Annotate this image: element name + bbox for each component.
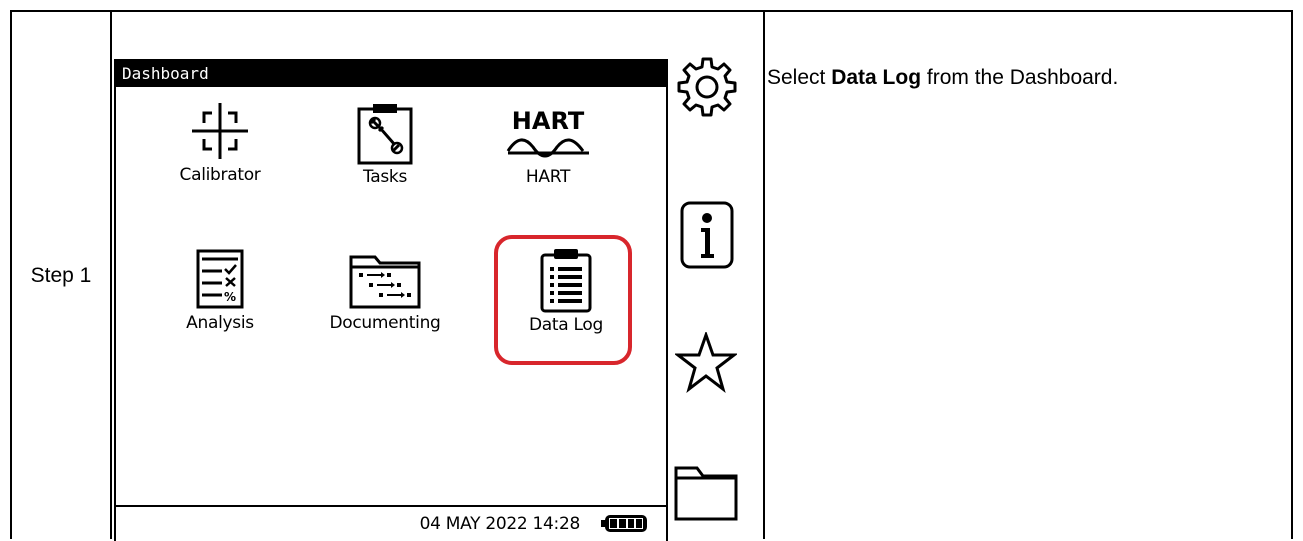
app-label: Tasks	[362, 167, 408, 187]
crosshair-icon	[192, 103, 248, 159]
folder-icon[interactable]	[673, 464, 739, 522]
documenting-folder-icon	[349, 255, 421, 309]
column-divider	[763, 12, 765, 539]
analysis-checklist-icon: %	[196, 249, 244, 309]
svg-text:%: %	[224, 290, 236, 304]
app-hart[interactable]: HART HART	[478, 103, 618, 187]
app-label: Analysis	[186, 313, 254, 333]
battery-full-icon	[601, 515, 647, 532]
app-calibrator[interactable]: Calibrator	[150, 99, 290, 185]
instruction-text: Select Data Log from the Dashboard.	[767, 64, 1277, 92]
app-label: Documenting	[329, 313, 441, 333]
device-screen: Dashboard Calibrator Tasks HART HART % A…	[114, 59, 668, 541]
dashboard-title: Dashboard	[116, 61, 666, 87]
app-analysis[interactable]: % Analysis	[150, 247, 290, 333]
column-divider	[110, 12, 112, 539]
step-label: Step 1	[30, 263, 92, 287]
status-bar: 04 MAY 2022 14:28	[116, 505, 666, 541]
settings-gear-icon[interactable]	[675, 55, 739, 119]
clipboard-wrench-icon	[357, 104, 413, 165]
app-label: Calibrator	[179, 165, 261, 185]
info-icon[interactable]	[679, 200, 735, 270]
hart-wave-icon: HART	[506, 107, 589, 158]
app-tasks[interactable]: Tasks	[315, 101, 455, 187]
favorites-star-icon[interactable]	[675, 332, 737, 394]
instruction-bold: Data Log	[831, 66, 922, 89]
hart-logo-text: HART	[512, 107, 585, 135]
instruction-table: Step 1 Select Data Log from the Dashboar…	[10, 10, 1293, 541]
instruction-prefix: Select	[767, 66, 832, 89]
instruction-suffix: from the Dashboard.	[921, 66, 1119, 89]
app-label: HART	[525, 167, 571, 187]
data-log-highlight	[494, 235, 632, 365]
app-documenting[interactable]: Documenting	[315, 251, 455, 333]
status-datetime: 04 MAY 2022 14:28	[419, 514, 581, 534]
